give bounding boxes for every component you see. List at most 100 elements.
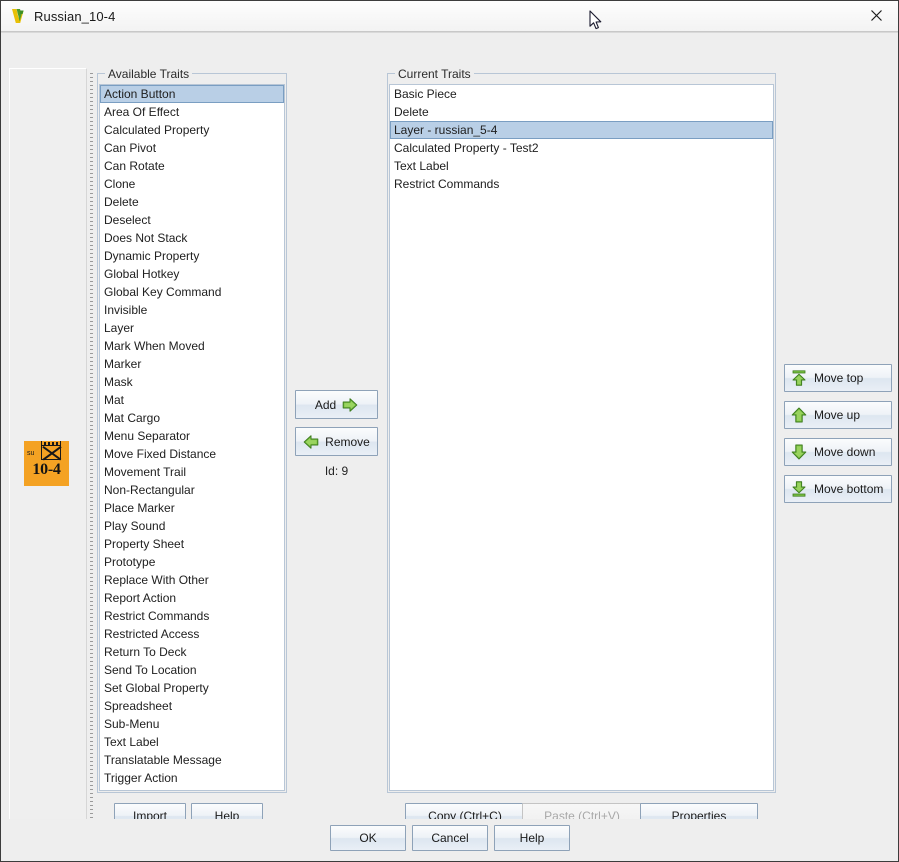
available-trait-item-label: Mark When Moved bbox=[104, 339, 205, 353]
available-trait-item-label: Menu Separator bbox=[104, 429, 190, 443]
move-down-button[interactable]: Move down bbox=[784, 438, 892, 466]
available-trait-item[interactable]: Mat bbox=[100, 391, 284, 409]
current-trait-item-label: Delete bbox=[394, 105, 429, 119]
current-trait-item[interactable]: Restrict Commands bbox=[390, 175, 773, 193]
available-trait-item[interactable]: Marker bbox=[100, 355, 284, 373]
close-icon[interactable] bbox=[854, 1, 898, 30]
counter-nation-label: su bbox=[27, 450, 34, 457]
dialog-footer: OK Cancel Help bbox=[1, 819, 898, 861]
available-trait-item[interactable]: Action Button bbox=[100, 85, 284, 103]
current-traits-list[interactable]: Basic Piece Delete Layer - russian_5-4Calc… bbox=[389, 84, 774, 791]
cancel-button[interactable]: Cancel bbox=[412, 825, 488, 851]
divider bbox=[1, 32, 898, 33]
available-trait-item-label: Calculated Property bbox=[104, 123, 209, 137]
available-trait-item-label: Spreadsheet bbox=[104, 699, 172, 713]
available-trait-item[interactable]: Global Hotkey bbox=[100, 265, 284, 283]
available-trait-item[interactable]: Text Label bbox=[100, 733, 284, 751]
available-trait-item[interactable]: Layer bbox=[100, 319, 284, 337]
current-traits-panel: Current Traits Basic PieceDeleteLayer - … bbox=[387, 73, 776, 793]
available-trait-item[interactable]: Translatable Message bbox=[100, 751, 284, 769]
ok-button[interactable]: OK bbox=[330, 825, 406, 851]
available-trait-item-label: Move Fixed Distance bbox=[104, 447, 216, 461]
available-traits-list[interactable]: Action Button Area Of Effect Calculated Pr… bbox=[99, 84, 285, 791]
available-trait-item-label: Area Of Effect bbox=[104, 105, 179, 119]
available-trait-item-label: Clone bbox=[104, 177, 135, 191]
available-trait-item-label: Translatable Message bbox=[104, 753, 222, 767]
available-trait-item[interactable]: Move Fixed Distance bbox=[100, 445, 284, 463]
cancel-button-label: Cancel bbox=[431, 831, 468, 845]
available-trait-item[interactable]: Trigger Action bbox=[100, 769, 284, 787]
available-trait-item[interactable]: Sub-Menu bbox=[100, 715, 284, 733]
arrow-left-icon bbox=[303, 434, 319, 450]
available-trait-item[interactable]: Replace With Other bbox=[100, 571, 284, 589]
move-top-button[interactable]: Move top bbox=[784, 364, 892, 392]
split-pane-divider[interactable] bbox=[87, 68, 96, 844]
title-bar: Russian_10-4 bbox=[1, 1, 898, 32]
available-trait-item-label: Can Rotate bbox=[104, 159, 165, 173]
available-trait-item-label: Movement Trail bbox=[104, 465, 186, 479]
available-trait-item[interactable]: Prototype bbox=[100, 553, 284, 571]
available-trait-item[interactable]: Spreadsheet bbox=[100, 697, 284, 715]
available-trait-item[interactable]: Restricted Access bbox=[100, 625, 284, 643]
available-trait-item-label: Property Sheet bbox=[104, 537, 184, 551]
available-trait-item-label: Set Global Property bbox=[104, 681, 209, 695]
available-trait-item[interactable]: Area Of Effect bbox=[100, 103, 284, 121]
ok-button-label: OK bbox=[359, 831, 376, 845]
available-trait-item[interactable]: Global Key Command bbox=[100, 283, 284, 301]
available-trait-item[interactable]: Return To Deck bbox=[100, 643, 284, 661]
current-trait-item[interactable]: Text Label bbox=[390, 157, 773, 175]
remove-button[interactable]: Remove bbox=[295, 427, 378, 456]
available-trait-item[interactable]: Movement Trail bbox=[100, 463, 284, 481]
move-up-button[interactable]: Move up bbox=[784, 401, 892, 429]
add-button[interactable]: Add bbox=[295, 390, 378, 419]
current-trait-item[interactable]: Delete bbox=[390, 103, 773, 121]
counter-id-label: 10-4 bbox=[24, 462, 69, 478]
available-trait-item[interactable]: Does Not Stack bbox=[100, 229, 284, 247]
available-trait-item-label: Restrict Commands bbox=[104, 609, 209, 623]
current-trait-item[interactable]: Calculated Property - Test2 bbox=[390, 139, 773, 157]
available-trait-item[interactable]: Set Global Property bbox=[100, 679, 284, 697]
available-trait-item[interactable]: Property Sheet bbox=[100, 535, 284, 553]
available-trait-item-label: Sub-Menu bbox=[104, 717, 159, 731]
vassal-icon bbox=[9, 7, 27, 25]
available-trait-item[interactable]: Mark When Moved bbox=[100, 337, 284, 355]
available-trait-item[interactable]: Restrict Commands bbox=[100, 607, 284, 625]
available-trait-item[interactable]: Clone bbox=[100, 175, 284, 193]
available-trait-item[interactable]: Report Action bbox=[100, 589, 284, 607]
available-trait-item-label: Trigger Action bbox=[104, 771, 178, 785]
current-trait-item-label: Restrict Commands bbox=[394, 177, 499, 191]
trait-id-label: Id: 9 bbox=[295, 464, 378, 478]
help-button[interactable]: Help bbox=[494, 825, 570, 851]
available-trait-item-label: Mat bbox=[104, 393, 124, 407]
available-trait-item[interactable]: Place Marker bbox=[100, 499, 284, 517]
available-trait-item[interactable]: Invisible bbox=[100, 301, 284, 319]
infantry-symbol-icon bbox=[41, 445, 61, 460]
available-trait-item[interactable]: Deselect bbox=[100, 211, 284, 229]
available-trait-item[interactable]: Mat Cargo bbox=[100, 409, 284, 427]
available-trait-item[interactable]: Menu Separator bbox=[100, 427, 284, 445]
available-trait-item-label: Mat Cargo bbox=[104, 411, 160, 425]
arrow-down-icon bbox=[791, 444, 807, 460]
available-trait-item[interactable]: Calculated Property bbox=[100, 121, 284, 139]
available-trait-item[interactable]: Can Rotate bbox=[100, 157, 284, 175]
available-trait-item[interactable]: Play Sound bbox=[100, 517, 284, 535]
available-trait-item-label: Delete bbox=[104, 195, 139, 209]
available-trait-item[interactable]: Send To Location bbox=[100, 661, 284, 679]
available-trait-item-label: Text Label bbox=[104, 735, 159, 749]
available-trait-item-label: Marker bbox=[104, 357, 141, 371]
move-top-label: Move top bbox=[814, 371, 863, 385]
available-trait-item[interactable]: Non-Rectangular bbox=[100, 481, 284, 499]
arrow-down-to-line-icon bbox=[791, 481, 807, 497]
current-trait-item[interactable]: Basic Piece bbox=[390, 85, 773, 103]
available-trait-item-label: Does Not Stack bbox=[104, 231, 187, 245]
arrow-up-icon bbox=[791, 407, 807, 423]
current-trait-item[interactable]: Layer - russian_5-4 bbox=[390, 121, 773, 139]
available-trait-item-label: Mask bbox=[104, 375, 133, 389]
available-traits-panel: Available Traits Action ButtonArea Of Ef… bbox=[97, 73, 287, 793]
available-trait-item-label: Global Hotkey bbox=[104, 267, 179, 281]
available-trait-item[interactable]: Mask bbox=[100, 373, 284, 391]
available-trait-item[interactable]: Dynamic Property bbox=[100, 247, 284, 265]
available-trait-item[interactable]: Delete bbox=[100, 193, 284, 211]
available-trait-item[interactable]: Can Pivot bbox=[100, 139, 284, 157]
move-bottom-button[interactable]: Move bottom bbox=[784, 475, 892, 503]
